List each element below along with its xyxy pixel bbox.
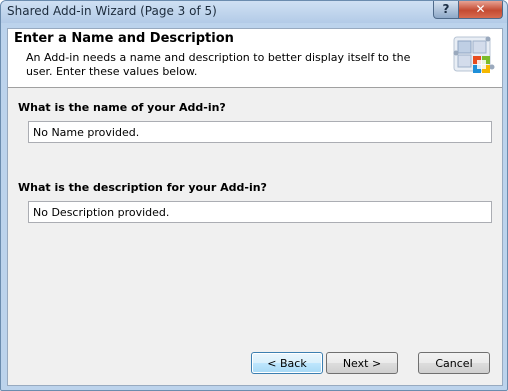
close-button[interactable]: ✕ (458, 1, 503, 19)
addin-description-input[interactable] (28, 201, 492, 223)
wizard-window: Shared Add-in Wizard (Page 3 of 5) ? ✕ E… (0, 0, 508, 391)
title-bar[interactable]: Shared Add-in Wizard (Page 3 of 5) ? ✕ (1, 1, 507, 23)
back-button[interactable]: < Back (251, 352, 323, 374)
help-button[interactable]: ? (433, 1, 459, 19)
page-description: An Add-in needs a name and description t… (26, 51, 411, 78)
close-icon: ✕ (475, 2, 486, 16)
name-question-label: What is the name of your Add-in? (18, 101, 226, 114)
cancel-button[interactable]: Cancel (418, 352, 490, 374)
page-title: Enter a Name and Description (14, 31, 234, 46)
next-button[interactable]: Next > (326, 352, 398, 374)
help-icon: ? (442, 2, 450, 16)
description-question-label: What is the description for your Add-in? (18, 181, 267, 194)
addin-name-input[interactable] (28, 121, 492, 143)
wizard-client-area: Enter a Name and Description An Add-in n… (7, 28, 503, 386)
window-title: Shared Add-in Wizard (Page 3 of 5) (7, 4, 217, 18)
office-addin-puzzle-icon (453, 36, 495, 73)
wizard-header: Enter a Name and Description An Add-in n… (8, 29, 502, 88)
